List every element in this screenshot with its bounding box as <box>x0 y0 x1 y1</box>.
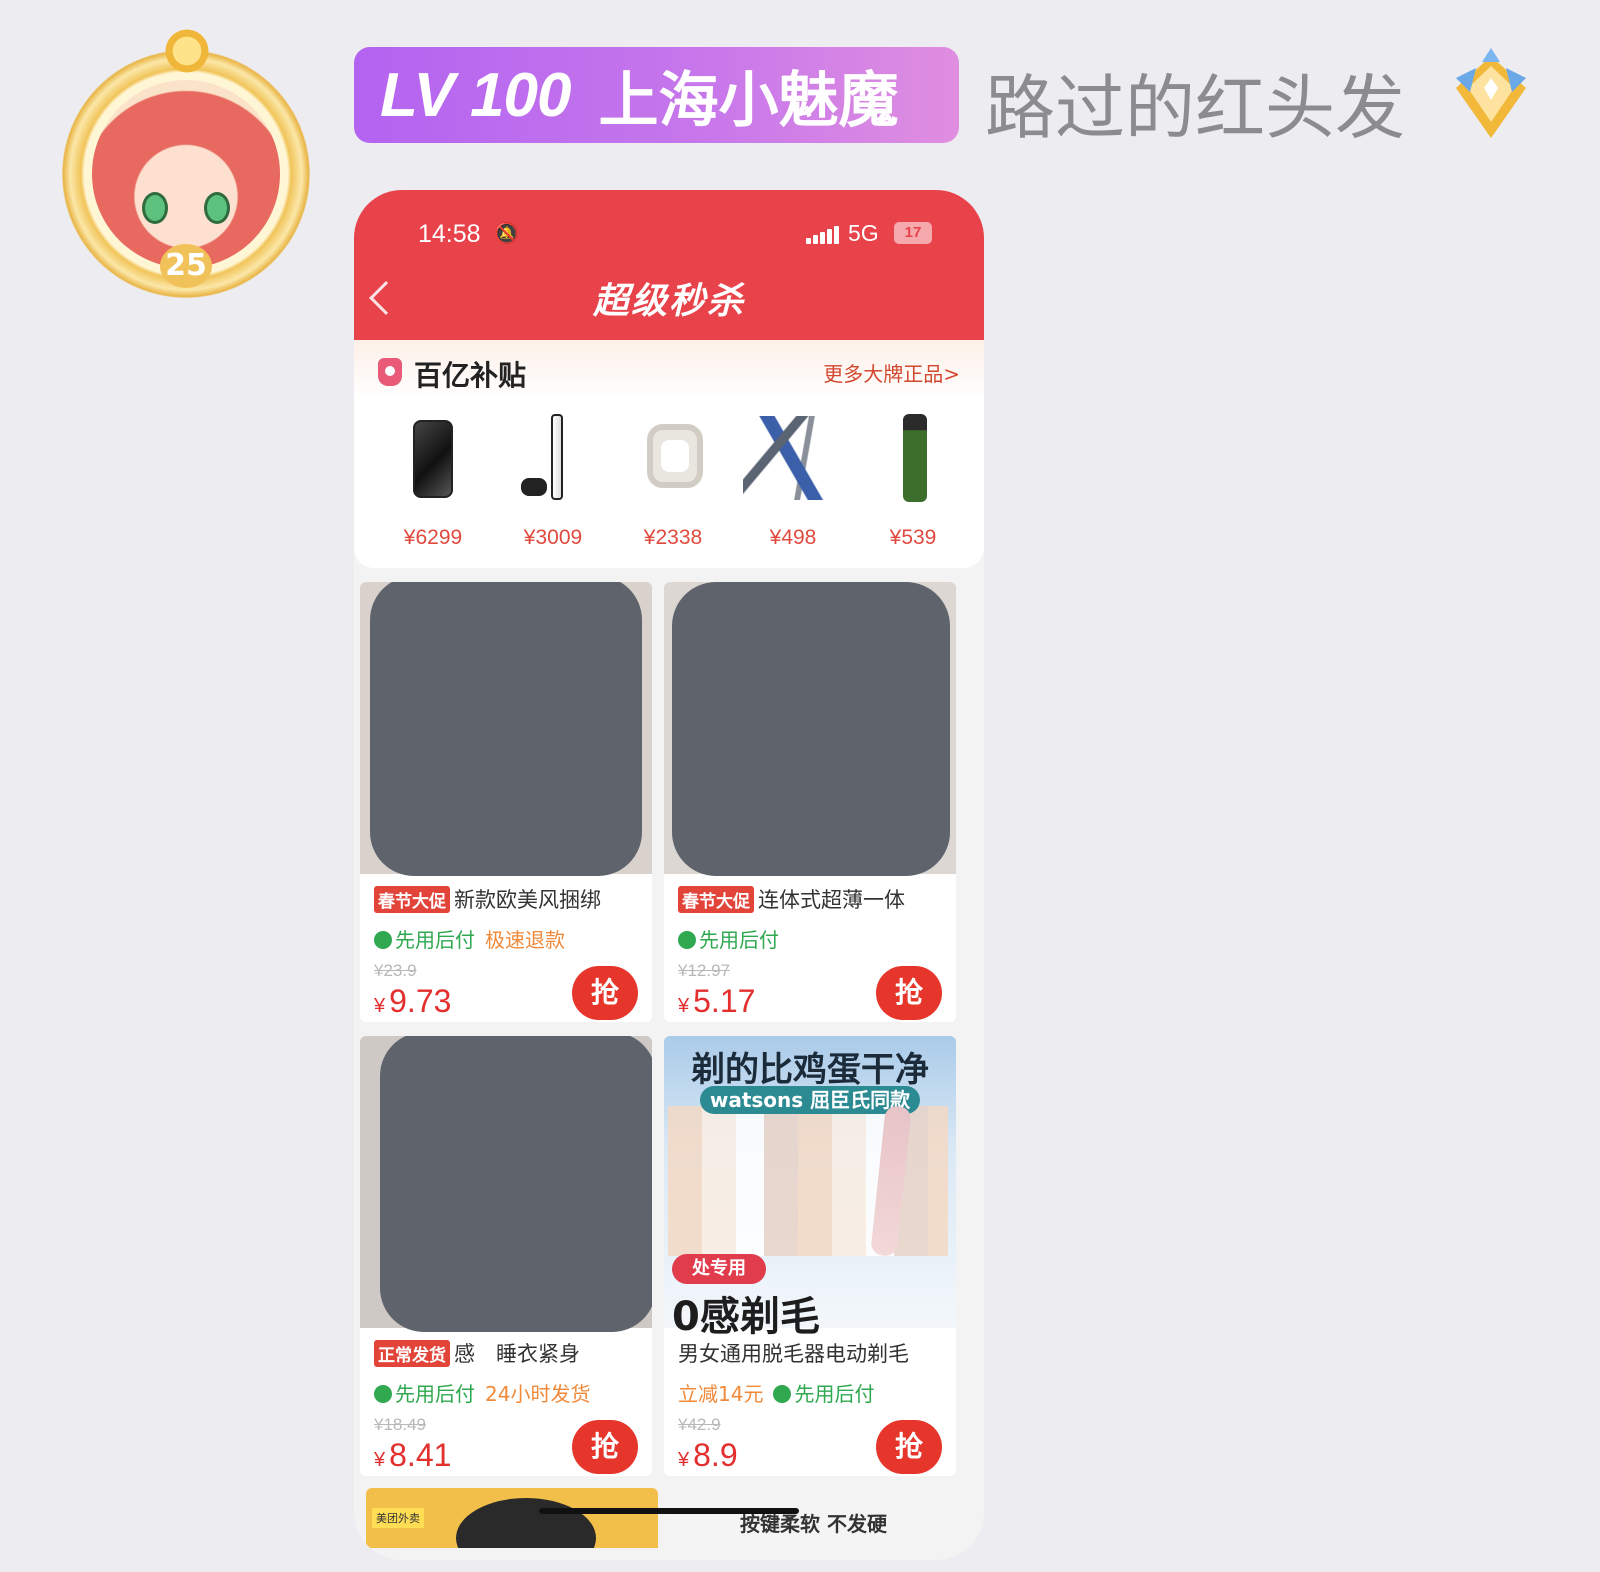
product-card[interactable]: 剃的比鸡蛋干净 watsons 屈臣氏同款 处专用 0感剃毛 男女通用脱毛器电动… <box>664 1036 956 1476</box>
sale-price-value: 8.41 <box>389 1437 452 1473</box>
subsidy-product[interactable]: ¥6299 <box>378 414 488 550</box>
product-image: 剃的比鸡蛋干净 watsons 屈臣氏同款 处专用 0感剃毛 <box>664 1036 956 1340</box>
check-badge-icon <box>678 931 696 949</box>
level-badge: LV 100 上海小魅魔 <box>354 47 959 143</box>
username[interactable]: 路过的红头发 <box>985 52 1405 153</box>
more-brands-link[interactable]: 更多大牌正品> <box>823 358 960 387</box>
bell-muted-icon: 🔕 <box>494 221 519 245</box>
bottle-icon <box>873 414 953 504</box>
redacted-image <box>370 582 642 876</box>
shared-screenshot[interactable]: 14:58 🔕 5G 17 超级秒杀 百亿补贴 更多大牌正品> ¥6299 ¥3… <box>354 190 984 1560</box>
shipping-label: 24小时发货 <box>485 1382 591 1406</box>
product-price: ¥3009 <box>523 526 583 549</box>
eye-icon <box>204 192 230 224</box>
product-card[interactable]: 正常发货感 睡衣紧身 先用后付 24小时发货 ¥18.49 ¥8.41 抢 <box>360 1036 652 1476</box>
pay-later-label: 先用后付 <box>794 1382 875 1406</box>
top-bar: 14:58 🔕 5G 17 超级秒杀 <box>354 190 984 340</box>
grab-button[interactable]: 抢 <box>572 966 638 1020</box>
grab-button[interactable]: 抢 <box>572 1420 638 1474</box>
pay-later-label: 先用后付 <box>395 1382 475 1406</box>
sale-price-value: 9.73 <box>389 983 452 1019</box>
currency-symbol: ¥ <box>374 995 386 1017</box>
next-row-preview: 美团外卖 按键柔软 不发硬 <box>354 1482 984 1560</box>
subsidy-product-list: ¥6299 ¥3009 ¥2338 ¥498 ¥539 <box>378 414 968 550</box>
check-badge-icon <box>374 1385 392 1403</box>
phone-icon <box>393 414 473 504</box>
promo-slogan: 0感剃毛 <box>672 1294 820 1340</box>
subsidy-product[interactable]: ¥2338 <box>618 414 728 550</box>
product-card[interactable]: 春节大促 新款欧美风捆绑 先用后付 极速退款 ¥23.9 ¥9.73 抢 <box>360 582 652 1022</box>
sale-price-value: 8.9 <box>693 1437 738 1473</box>
promo-tag: 正常发货 <box>374 1339 450 1367</box>
product-price: ¥6299 <box>403 526 463 549</box>
avatar-portrait <box>92 80 280 268</box>
product-price: ¥498 <box>769 526 817 549</box>
watch-icon <box>633 414 713 504</box>
badge-title: 上海小魅魔 <box>598 65 899 136</box>
promo-tag: 春节大促 <box>374 885 450 913</box>
subsidy-header: 百亿补贴 更多大牌正品> <box>354 340 984 400</box>
currency-symbol: ¥ <box>374 1449 386 1471</box>
sun-crown-icon <box>162 26 212 76</box>
promo-headline: 剃的比鸡蛋干净 <box>691 1050 929 1090</box>
subsidy-section: 百亿补贴 更多大牌正品> ¥6299 ¥3009 ¥2338 ¥498 ¥539 <box>354 340 984 568</box>
pay-later-label: 先用后付 <box>395 928 475 952</box>
fast-refund-label: 极速退款 <box>485 928 565 952</box>
grab-button[interactable]: 抢 <box>876 966 942 1020</box>
product-title: 感 睡衣紧身 <box>454 1342 580 1366</box>
subsidy-product[interactable]: ¥3009 <box>498 414 608 550</box>
product-title: 连体式超薄一体 <box>758 888 905 912</box>
console-icon <box>513 414 593 504</box>
check-badge-icon <box>374 931 392 949</box>
subsidy-title: 百亿补贴 <box>414 359 527 392</box>
pay-later-label: 先用后付 <box>699 928 779 952</box>
sale-price-value: 5.17 <box>693 983 756 1019</box>
redacted-image <box>672 582 950 876</box>
avatar[interactable]: 25 <box>40 12 330 307</box>
delivery-label: 美团外卖 <box>372 1508 424 1528</box>
currency-symbol: ¥ <box>678 1449 690 1471</box>
product-title: 男女通用脱毛器电动剃毛 <box>678 1342 909 1366</box>
avatar-badge-number: 25 <box>160 244 212 288</box>
eye-icon <box>142 192 168 224</box>
model-icon <box>743 414 847 504</box>
product-price: ¥539 <box>889 526 937 549</box>
grab-button[interactable]: 抢 <box>876 1420 942 1474</box>
check-badge-icon <box>773 1385 792 1403</box>
subsidy-product[interactable]: ¥498 <box>738 414 848 550</box>
home-indicator <box>539 1508 799 1514</box>
product-card[interactable]: 春节大促 连体式超薄一体 先用后付 ¥12.97 ¥5.17 抢 <box>664 582 956 1022</box>
product-card[interactable]: 美团外卖 <box>366 1488 658 1548</box>
battery-icon: 17 <box>894 222 932 244</box>
promo-usage-pill: 处专用 <box>672 1254 766 1284</box>
signal-icon <box>806 226 840 244</box>
diamond-icon <box>1456 48 1526 138</box>
promo-tag: 春节大促 <box>678 885 754 913</box>
redacted-image <box>380 1036 652 1332</box>
network-label: 5G <box>848 220 879 246</box>
product-title: 新款欧美风捆绑 <box>454 888 601 912</box>
product-price: ¥2338 <box>643 526 703 549</box>
discount-label: 立减14元 <box>678 1382 764 1406</box>
product-card[interactable]: 按键柔软 不发硬 <box>670 1488 962 1548</box>
currency-symbol: ¥ <box>678 995 690 1017</box>
status-time: 14:58 <box>418 220 481 248</box>
page-title: 超级秒杀 <box>592 281 745 322</box>
subsidy-product[interactable]: ¥539 <box>858 414 968 550</box>
bag-icon <box>378 358 402 386</box>
level-label: LV 100 <box>380 60 571 130</box>
